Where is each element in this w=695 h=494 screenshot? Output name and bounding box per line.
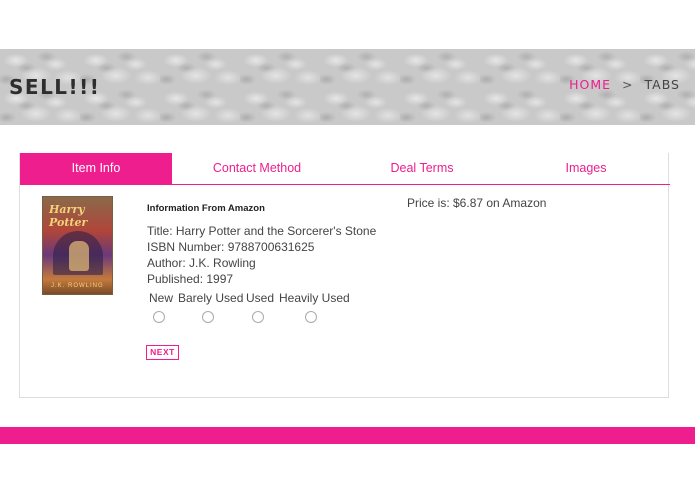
book-info: Information From Amazon Title: Harry Pot…: [147, 203, 376, 287]
amazon-price: Price is: $6.87 on Amazon: [407, 196, 547, 210]
condition-radio-new[interactable]: [153, 311, 165, 323]
book-published: Published: 1997: [147, 272, 234, 286]
tab-item-info[interactable]: Item Info: [20, 153, 172, 184]
tab-contact-method[interactable]: Contact Method: [172, 153, 342, 184]
next-button[interactable]: NEXT: [146, 345, 179, 360]
condition-label-barely-used: Barely Used: [178, 291, 244, 305]
breadcrumb: HOME > TABS: [569, 77, 680, 92]
breadcrumb-separator: >: [622, 77, 634, 92]
footer-bar: [0, 427, 695, 444]
condition-label-used: Used: [246, 291, 275, 305]
condition-label-heavily-used: Heavily Used: [279, 291, 350, 305]
book-cover-figure: [69, 241, 89, 271]
info-heading: Information From Amazon: [147, 203, 265, 214]
condition-radio-group: New Barely Used Used Heavily Used: [147, 291, 367, 331]
book-cover-author: J.K. ROWLING: [51, 283, 104, 289]
tab-bar: Item Info Contact Method Deal Terms Imag…: [20, 153, 670, 185]
condition-radio-used[interactable]: [252, 311, 264, 323]
book-author: Author: J.K. Rowling: [147, 256, 256, 270]
book-cover-title: Harry Potter: [49, 203, 88, 229]
breadcrumb-current: TABS: [644, 77, 680, 92]
book-cover-image: Harry Potter J.K. ROWLING: [42, 196, 113, 295]
brand-logo[interactable]: SELL!!!: [9, 75, 100, 99]
book-isbn: ISBN Number: 9788700631625: [147, 240, 315, 254]
tab-images[interactable]: Images: [502, 153, 670, 184]
condition-radio-heavily-used[interactable]: [305, 311, 317, 323]
condition-label-new: New: [149, 291, 174, 305]
book-title: Title: Harry Potter and the Sorcerer's S…: [147, 224, 377, 238]
tab-deal-terms[interactable]: Deal Terms: [342, 153, 502, 184]
breadcrumb-home-link[interactable]: HOME: [569, 77, 611, 92]
sell-form-card: Item Info Contact Method Deal Terms Imag…: [19, 153, 670, 398]
condition-radio-barely-used[interactable]: [202, 311, 214, 323]
